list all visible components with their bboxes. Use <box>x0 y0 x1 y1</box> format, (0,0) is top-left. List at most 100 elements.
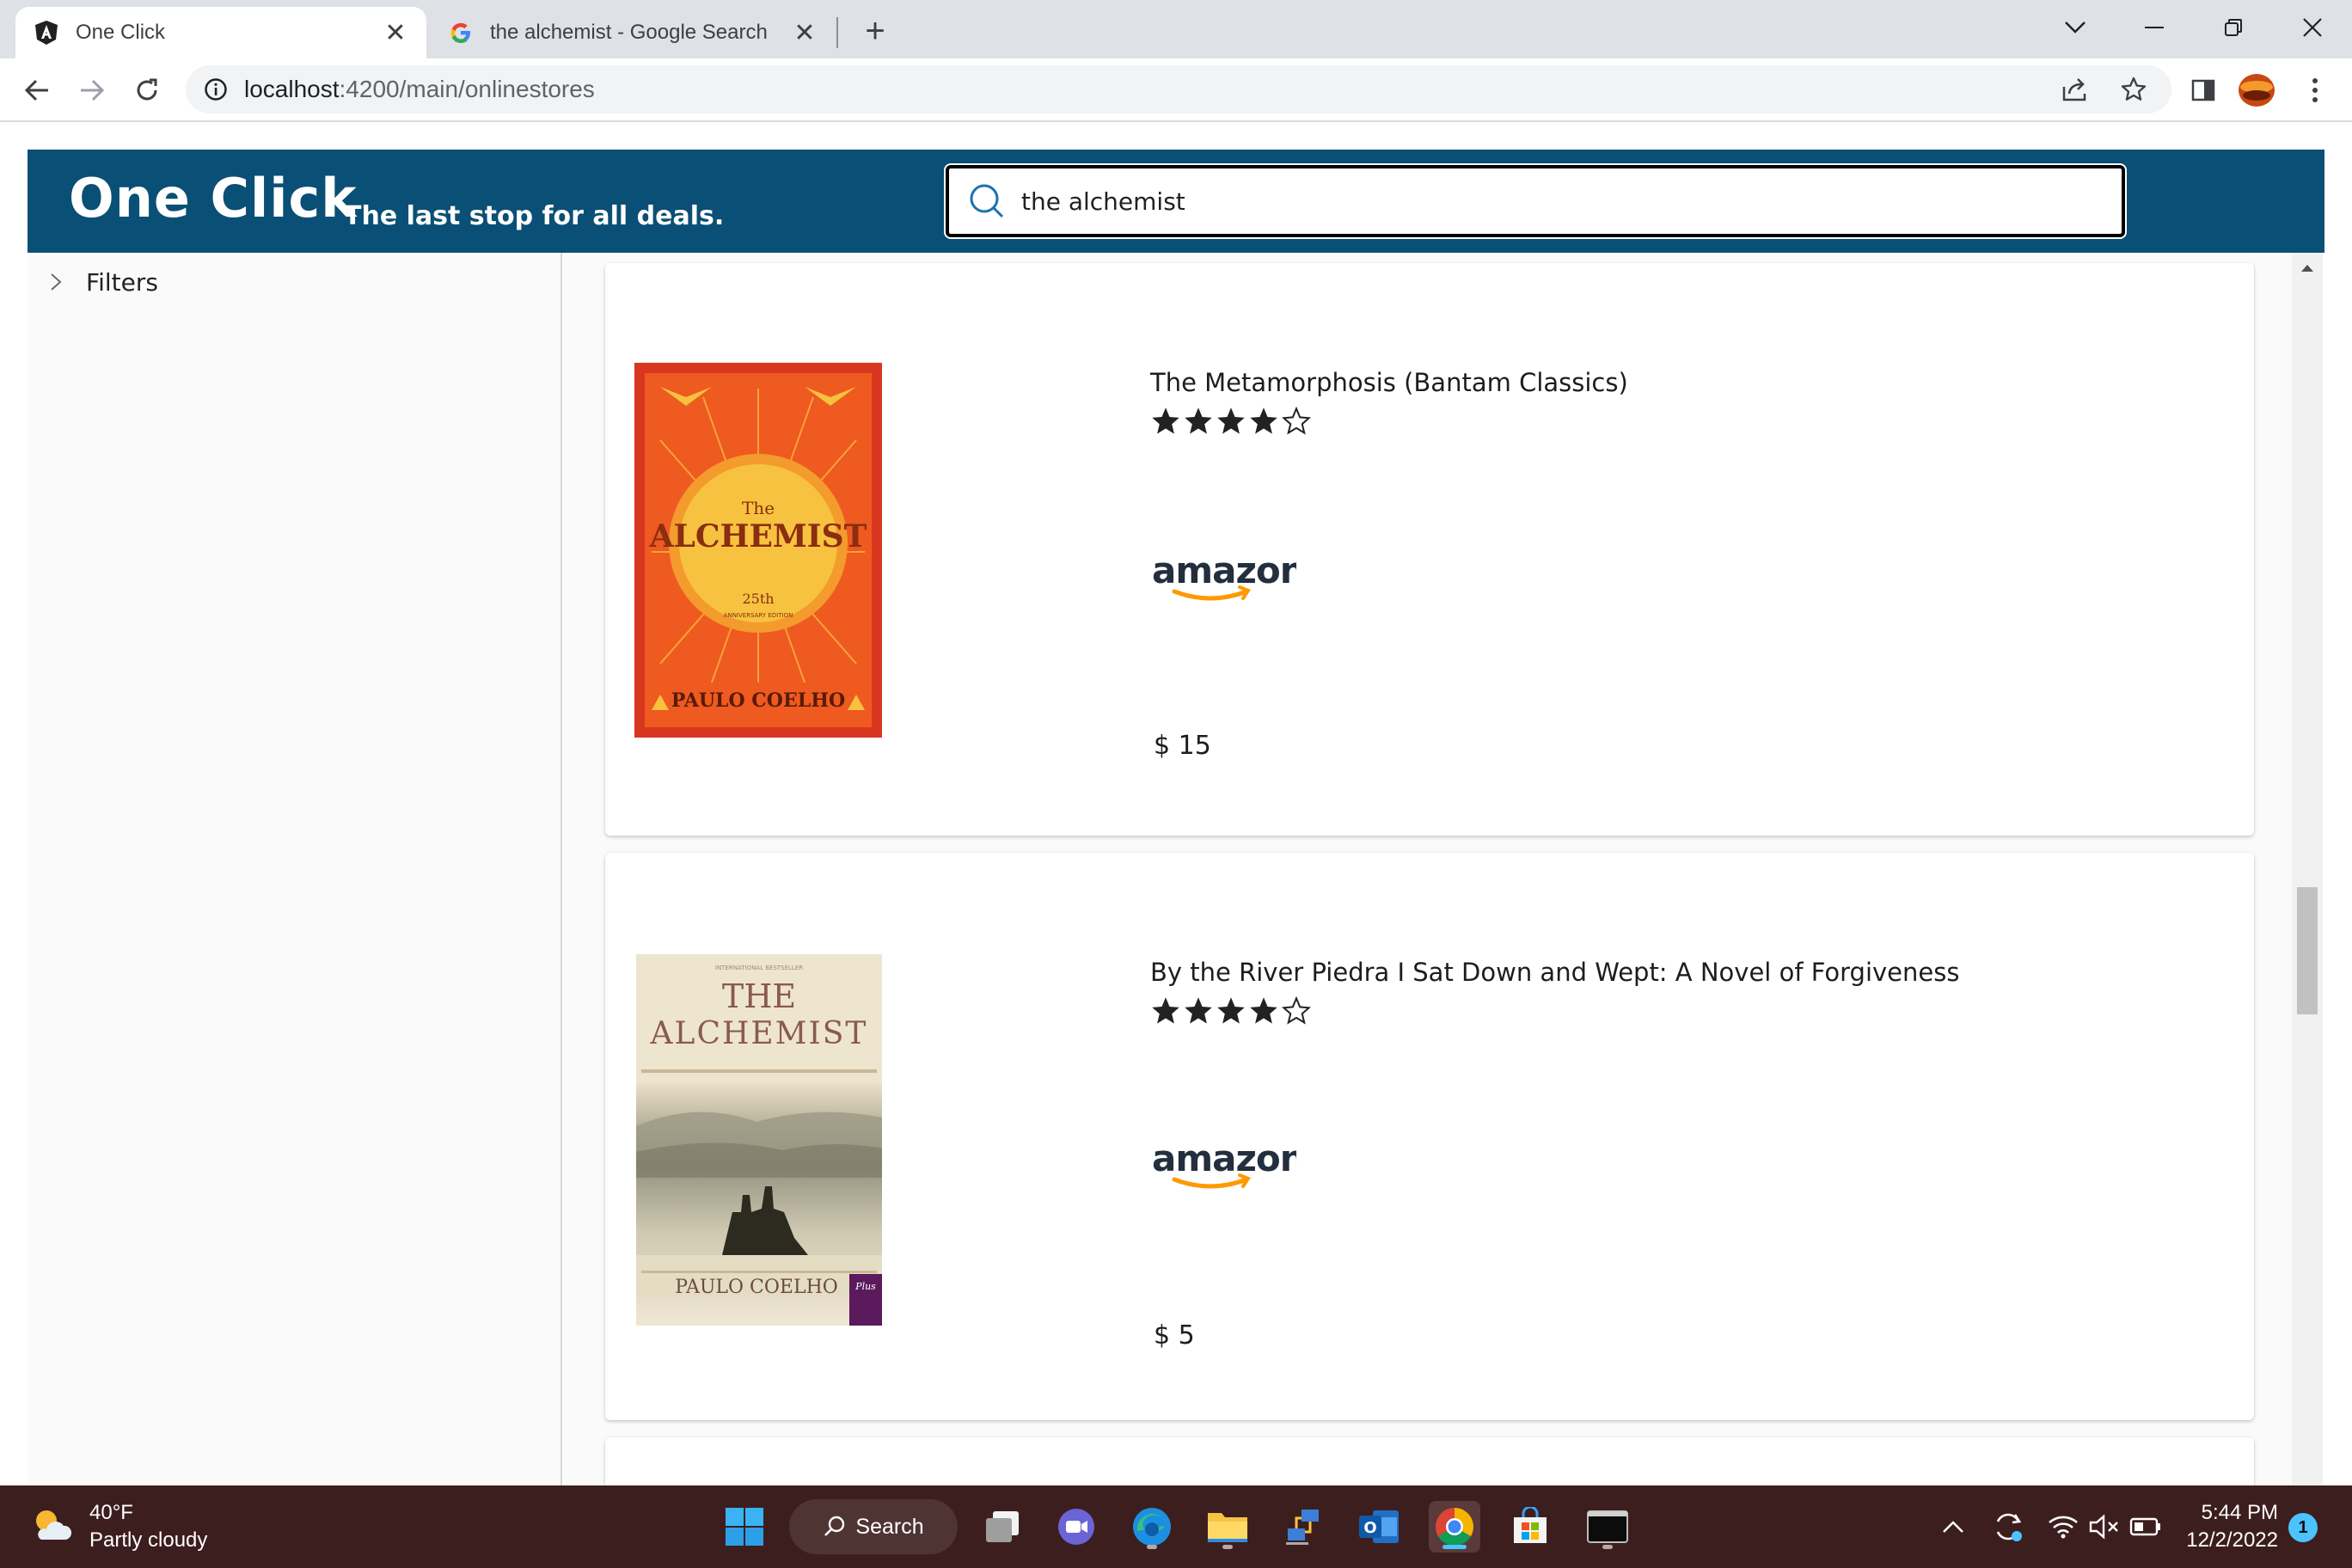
product-card[interactable] <box>605 1437 2254 1485</box>
product-card[interactable]: The ALCHEMIST 25th ANNIVERSARY EDITION P… <box>605 263 2254 836</box>
star-filled-icon <box>1250 997 1277 1024</box>
brand-title[interactable]: One Click <box>69 167 357 230</box>
cover-badge-text: Plus <box>854 1281 876 1292</box>
star-filled-icon <box>1217 407 1245 434</box>
microsoft-store-icon[interactable] <box>1504 1501 1556 1553</box>
close-tab-icon[interactable]: ✕ <box>382 19 409 47</box>
close-tab-icon[interactable]: ✕ <box>791 19 818 47</box>
terminal-icon[interactable] <box>1582 1501 1633 1553</box>
windows-taskbar: 40°F Partly cloudy Search O 5:44 PM 12/2… <box>0 1485 2352 1568</box>
reload-button[interactable] <box>127 70 167 110</box>
sync-icon[interactable] <box>1984 1501 2032 1553</box>
store-name: amazon <box>1152 1137 1296 1179</box>
url-text: localhost:4200/main/onlinestores <box>244 76 595 102</box>
star-filled-icon <box>1185 997 1212 1024</box>
amazon-logo-icon[interactable]: amazon <box>1150 1136 1306 1197</box>
product-price: $ 15 <box>1154 731 1211 761</box>
scroll-up-arrow-icon[interactable] <box>2297 258 2318 279</box>
edge-browser-icon[interactable] <box>1126 1501 1178 1553</box>
teams-chat-icon[interactable] <box>1050 1501 1102 1553</box>
minimize-button[interactable] <box>2130 7 2178 48</box>
new-tab-button[interactable]: + <box>856 12 894 50</box>
restore-button[interactable] <box>2209 7 2257 48</box>
tab-separator <box>836 17 838 48</box>
cover-author-text: PAULO COELHO <box>671 689 845 712</box>
page-scrollbar[interactable] <box>2292 253 2323 1485</box>
cover-title-text: ALCHEMIST <box>650 1016 868 1051</box>
cover-the-text: The <box>742 498 775 518</box>
chrome-menu-icon[interactable] <box>2295 70 2335 110</box>
cover-edition-sub-text: ANNIVERSARY EDITION <box>724 612 793 619</box>
star-filled-icon <box>1217 997 1245 1024</box>
share-icon[interactable] <box>2056 70 2094 108</box>
tab-google-search[interactable]: the alchemist - Google Search ✕ <box>430 7 836 58</box>
angular-icon <box>33 19 60 46</box>
outlook-letter: O <box>1363 1519 1376 1537</box>
tab-title: One Click <box>76 21 166 44</box>
app-header: One Click The last stop for all deals. t… <box>28 150 2324 253</box>
star-filled-icon <box>1152 407 1179 434</box>
partly-cloudy-icon <box>29 1504 74 1551</box>
filters-sidebar: Filters <box>28 253 562 1485</box>
outlook-icon[interactable]: O <box>1353 1501 1405 1553</box>
file-explorer-icon[interactable] <box>1202 1501 1253 1553</box>
chevron-up-icon[interactable] <box>1929 1501 1977 1553</box>
taskbar-search-button[interactable]: Search <box>789 1499 958 1554</box>
tab-search-chevron-icon[interactable] <box>2051 7 2099 48</box>
product-search-box[interactable]: the alchemist <box>946 165 2125 237</box>
search-input[interactable]: the alchemist <box>1021 187 1185 216</box>
clock-date: 12/2/2022 <box>2186 1528 2278 1552</box>
amazon-logo-icon[interactable]: amazon <box>1150 548 1306 609</box>
side-panel-icon[interactable] <box>2184 70 2223 110</box>
back-button[interactable] <box>17 70 57 110</box>
results-list: The ALCHEMIST 25th ANNIVERSARY EDITION P… <box>564 253 2292 1485</box>
product-title[interactable]: By the River Piedra I Sat Down and Wept:… <box>1150 958 1959 987</box>
google-icon <box>447 19 475 46</box>
taskbar-clock[interactable]: 5:44 PM 12/2/2022 <box>2175 1499 2278 1554</box>
book-cover-image[interactable]: The ALCHEMIST 25th ANNIVERSARY EDITION P… <box>634 363 882 738</box>
search-icon <box>966 181 1008 222</box>
weather-widget[interactable]: 40°F Partly cloudy <box>29 1499 207 1554</box>
cover-author-text: PAULO COELHO <box>675 1277 838 1298</box>
rating-stars <box>1150 406 1312 440</box>
address-bar[interactable]: localhost:4200/main/onlinestores <box>186 65 2171 113</box>
star-filled-icon <box>1185 407 1212 434</box>
product-price: $ 5 <box>1154 1320 1195 1351</box>
cover-blurb-text: INTERNATIONAL BESTSELLER <box>715 965 803 971</box>
product-card[interactable]: INTERNATIONAL BESTSELLER THE ALCHEMIST P… <box>605 853 2254 1420</box>
weather-desc: Partly cloudy <box>89 1528 208 1552</box>
network-app-icon[interactable] <box>1277 1501 1329 1553</box>
forward-button[interactable] <box>72 70 112 110</box>
search-icon <box>824 1516 845 1536</box>
book-cover-image[interactable]: INTERNATIONAL BESTSELLER THE ALCHEMIST P… <box>636 954 882 1326</box>
product-title[interactable]: The Metamorphosis (Bantam Classics) <box>1150 368 1628 397</box>
brand-tagline: The last stop for all deals. <box>344 201 725 231</box>
clock-time: 5:44 PM <box>2201 1501 2278 1524</box>
star-filled-icon <box>1250 407 1277 434</box>
weather-temp: 40°F <box>89 1501 133 1524</box>
windows-start-icon[interactable] <box>719 1501 770 1553</box>
star-empty-icon <box>1281 406 1312 435</box>
close-window-button[interactable] <box>2288 7 2337 48</box>
chevron-right-icon <box>43 269 69 295</box>
profile-avatar[interactable] <box>2237 70 2276 110</box>
scroll-thumb[interactable] <box>2297 887 2318 1014</box>
cover-title-text: ALCHEMIST <box>649 518 867 554</box>
battery-icon[interactable] <box>2122 1501 2170 1553</box>
page-viewport: One Click The last stop for all deals. t… <box>0 122 2352 1485</box>
taskbar-search-label: Search <box>855 1514 924 1539</box>
bookmark-star-icon[interactable] <box>2115 70 2153 108</box>
notification-badge[interactable]: 1 <box>2288 1513 2318 1542</box>
chrome-taskbar-icon[interactable] <box>1429 1501 1480 1553</box>
tab-title: the alchemist - Google Search <box>490 21 768 44</box>
store-name: amazon <box>1152 549 1296 591</box>
tab-one-click[interactable]: One Click ✕ <box>15 7 426 58</box>
star-filled-icon <box>1152 997 1179 1024</box>
browser-tab-strip: One Click ✕ the alchemist - Google Searc… <box>0 0 2352 58</box>
site-info-icon[interactable] <box>203 77 229 102</box>
filters-toggle[interactable]: Filters <box>43 263 158 301</box>
cover-the-text: THE <box>722 977 796 1015</box>
filters-label: Filters <box>86 267 158 297</box>
task-view-icon[interactable] <box>977 1501 1028 1553</box>
star-empty-icon <box>1281 995 1312 1025</box>
